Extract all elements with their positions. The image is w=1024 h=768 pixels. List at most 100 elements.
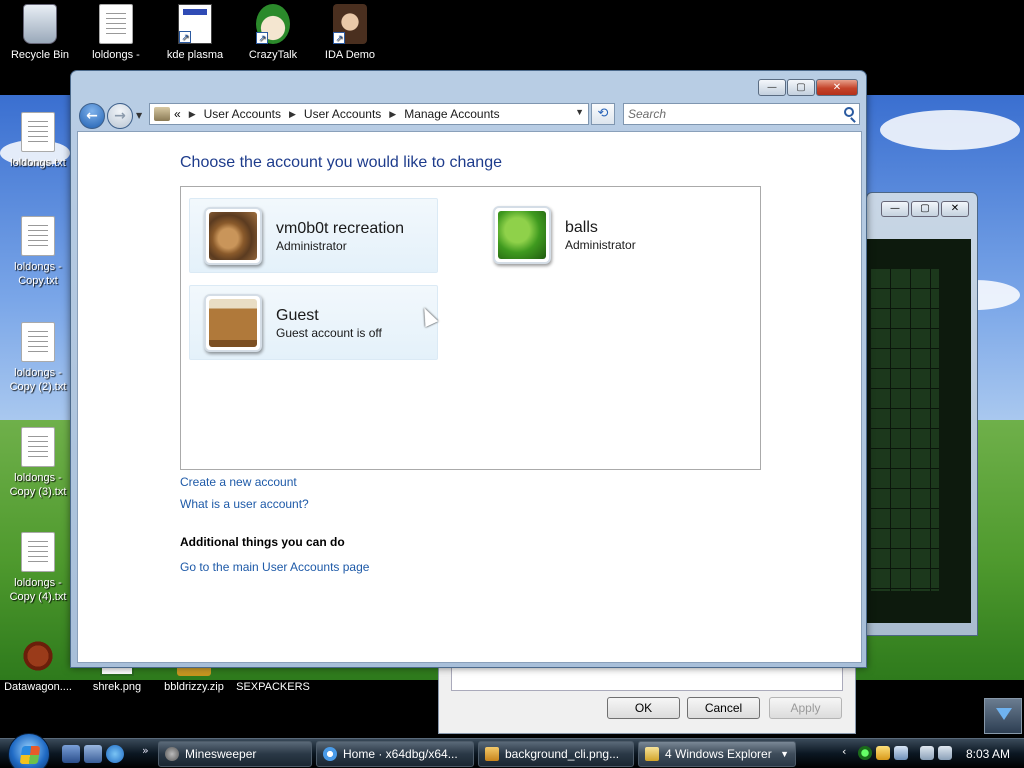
task-browser-x64dbg[interactable]: Home · x64dbg/x64... <box>316 741 474 767</box>
volume-icon[interactable] <box>938 746 952 760</box>
show-desktop-icon[interactable] <box>984 698 1022 734</box>
breadcrumb-user-accounts[interactable]: User Accounts <box>204 107 281 121</box>
datawagon-icon <box>21 636 55 676</box>
minesweeper-board[interactable] <box>867 239 971 623</box>
desktop-icon-loldongs-copy-2[interactable]: loldongs - Copy (2).txt <box>0 322 76 394</box>
cat-avatar-icon <box>209 212 257 260</box>
security-shield-icon[interactable] <box>876 746 890 760</box>
clock[interactable]: 8:03 AM <box>966 747 1010 761</box>
breadcrumb-separator-icon[interactable]: ▶ <box>389 109 396 120</box>
desktop-icon-label: Recycle Bin <box>10 49 70 61</box>
task-label: 4 Windows Explorer <box>665 747 772 761</box>
main-user-accounts-link[interactable]: Go to the main User Accounts page <box>180 560 369 574</box>
window-controls: — ▢ ✕ <box>758 79 858 96</box>
desktop-icon-ida-demo[interactable]: ↗ IDA Demo <box>312 4 388 62</box>
desktop-icon-label: loldongs.txt <box>10 157 66 169</box>
folder-icon <box>645 747 659 761</box>
desktop-icon-label: Datawagon.... <box>4 681 72 693</box>
breadcrumb-manage-accounts[interactable]: Manage Accounts <box>404 107 499 121</box>
desktop-icon-label: loldongs - Copy.txt <box>14 261 62 287</box>
back-arrow-icon[interactable]: ← <box>79 103 105 129</box>
cancel-button[interactable]: Cancel <box>687 697 760 719</box>
minesweeper-icon <box>165 747 179 761</box>
switch-windows-icon[interactable] <box>84 745 102 763</box>
desktop-icon-loldongs-copy[interactable]: loldongs - Copy.txt <box>0 216 76 288</box>
task-windows-explorer-group[interactable]: 4 Windows Explorer ▼ <box>638 741 796 767</box>
minesweeper-window[interactable]: — ▢ ✕ <box>866 192 978 636</box>
forward-arrow-icon[interactable]: → <box>107 103 133 129</box>
text-file-icon <box>21 322 55 362</box>
breadcrumb-separator-icon[interactable]: ▶ <box>289 109 296 120</box>
notification-area: ‹ 8:03 AM <box>840 741 1024 767</box>
tray-expand-icon[interactable]: ‹ <box>842 745 856 759</box>
account-name: balls <box>565 219 598 236</box>
desktop-icon-crazytalk[interactable]: ↗ CrazyTalk <box>235 4 311 62</box>
account-role: Administrator <box>565 238 636 252</box>
image-viewer-icon <box>485 747 499 761</box>
maximize-icon[interactable]: ▢ <box>911 201 939 217</box>
maximize-icon[interactable]: ▢ <box>787 79 815 96</box>
desktop-icon-label: SEXPACKERS <box>236 681 310 693</box>
quick-launch <box>62 745 124 763</box>
address-bar[interactable]: « ▶ User Accounts ▶ User Accounts ▶ Mana… <box>149 103 589 125</box>
account-tile-vm0b0t[interactable]: vm0b0t recreation Administrator <box>189 198 438 273</box>
create-account-link[interactable]: Create a new account <box>180 475 297 489</box>
chevron-down-icon: ▼ <box>780 749 789 759</box>
avatar <box>204 207 262 265</box>
desktop-icon-loldongs-copy-3[interactable]: loldongs - Copy (3).txt <box>0 427 76 499</box>
desktop-icon-label: loldongs - Copy (2).txt <box>9 367 67 393</box>
account-role: Administrator <box>276 239 347 253</box>
text-file-icon <box>21 532 55 572</box>
minesweeper-grid[interactable] <box>871 269 939 591</box>
address-overflow[interactable]: « <box>174 107 181 121</box>
text-file-icon <box>21 427 55 467</box>
desktop-icon-label: loldongs - Copy (4).txt <box>9 577 67 603</box>
desktop-icon-datawagon[interactable]: Datawagon.... <box>0 636 76 694</box>
leaf-avatar-icon <box>498 211 546 259</box>
task-label: background_cli.png... <box>505 747 620 761</box>
apply-button[interactable]: Apply <box>769 697 842 719</box>
desktop-icon-loldongs[interactable]: loldongs - <box>78 4 154 62</box>
close-icon[interactable]: ✕ <box>941 201 969 217</box>
manage-accounts-window: — ▢ ✕ ← → ▼ « ▶ User Accounts ▶ User Acc… <box>70 70 867 668</box>
status-icon[interactable] <box>858 746 872 760</box>
refresh-icon[interactable]: ⟲ <box>591 103 615 125</box>
what-is-user-account-link[interactable]: What is a user account? <box>180 497 309 511</box>
internet-explorer-icon[interactable] <box>106 745 124 763</box>
account-tile-guest[interactable]: Guest Guest account is off <box>189 285 438 360</box>
close-icon[interactable]: ✕ <box>816 79 858 96</box>
desktop-icon-kde-plasma[interactable]: ↗ kde plasma <box>157 4 233 62</box>
minimize-icon[interactable]: — <box>881 201 909 217</box>
quick-launch-more-icon[interactable]: » <box>142 744 149 757</box>
avatar <box>493 206 551 264</box>
text-file-icon <box>99 4 133 44</box>
task-minesweeper[interactable]: Minesweeper <box>158 741 312 767</box>
monitor-icon[interactable] <box>894 746 908 760</box>
address-chevron-down-icon[interactable]: ▼ <box>575 107 584 117</box>
minesweeper-window-controls: — ▢ ✕ <box>881 201 969 217</box>
show-desktop-quick-icon[interactable] <box>62 745 80 763</box>
account-tile-balls[interactable]: balls Administrator <box>479 198 728 273</box>
network-icon[interactable] <box>920 746 934 760</box>
account-name: Guest <box>276 307 319 324</box>
browser-icon <box>323 747 337 761</box>
breadcrumb-separator-icon[interactable]: ▶ <box>189 109 196 120</box>
search-icon[interactable] <box>844 107 854 117</box>
desktop-icon-loldongs-txt[interactable]: loldongs.txt <box>0 112 76 170</box>
accounts-list: vm0b0t recreation Administrator balls Ad… <box>180 186 761 470</box>
taskbar: » Minesweeper Home · x64dbg/x64... backg… <box>0 733 1024 768</box>
desktop-icon-recycle-bin[interactable]: Recycle Bin <box>2 4 78 62</box>
search-input[interactable] <box>624 104 824 124</box>
start-button[interactable] <box>8 733 50 768</box>
desktop-icon-loldongs-copy-4[interactable]: loldongs - Copy (4).txt <box>0 532 76 604</box>
task-background-cli-png[interactable]: background_cli.png... <box>478 741 634 767</box>
breadcrumb-user-accounts-2[interactable]: User Accounts <box>304 107 381 121</box>
search-box[interactable] <box>623 103 860 125</box>
ok-button[interactable]: OK <box>607 697 680 719</box>
desktop-icon-label: shrek.png <box>92 681 142 693</box>
ida-demo-icon: ↗ <box>333 4 367 44</box>
text-file-icon <box>21 112 55 152</box>
minimize-icon[interactable]: — <box>758 79 786 96</box>
user-accounts-icon <box>154 107 170 121</box>
recent-pages-chevron-down-icon[interactable]: ▼ <box>136 111 142 120</box>
